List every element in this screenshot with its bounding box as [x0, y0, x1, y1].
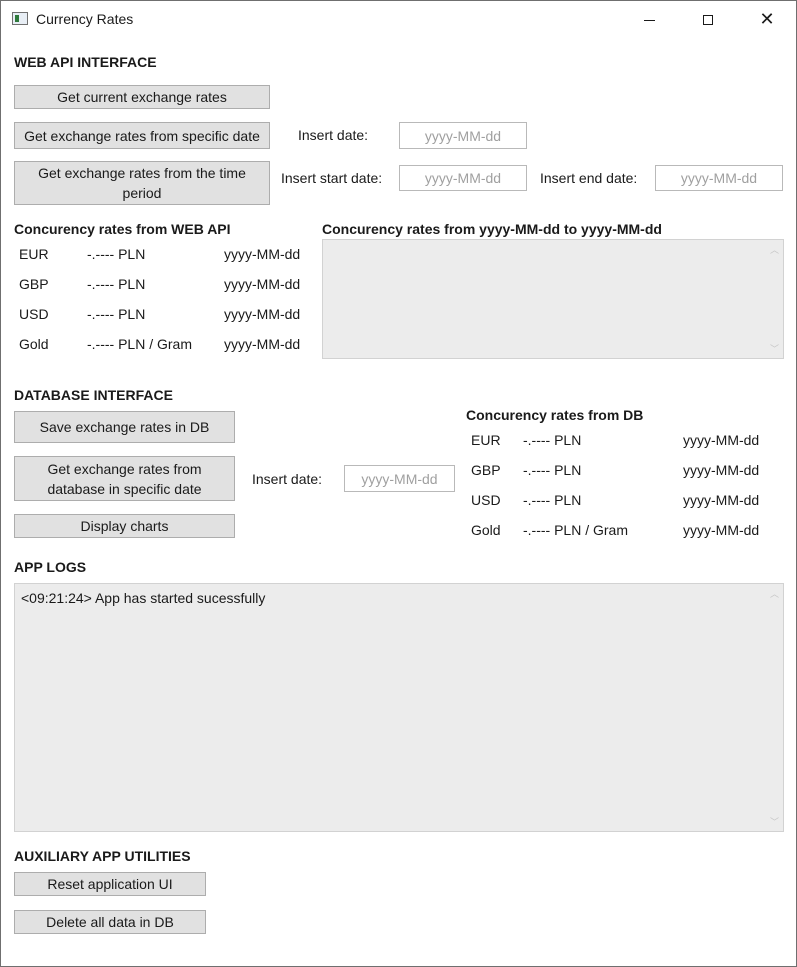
display-charts-button[interactable]: Display charts — [14, 514, 235, 538]
db-rates-heading: Concurency rates from DB — [466, 407, 644, 423]
web-rate-date: yyyy-MM-dd — [224, 306, 301, 322]
maximize-button[interactable] — [685, 1, 731, 39]
db-rate-code: GBP — [471, 462, 501, 478]
insert-start-date-label: Insert start date: — [281, 170, 383, 186]
insert-date-label: Insert date: — [298, 127, 369, 143]
db-rate-value: -.---- PLN — [523, 492, 582, 508]
db-rate-date: yyyy-MM-dd — [683, 522, 760, 538]
web-rate-code: Gold — [19, 336, 49, 352]
range-rates-textbox[interactable]: ︿ ﹀ — [322, 239, 784, 359]
scroll-down-icon[interactable]: ﹀ — [766, 815, 783, 828]
logs-scrollbar[interactable]: ︿ ﹀ — [766, 584, 783, 831]
db-rate-value: -.---- PLN — [523, 432, 582, 448]
web-rate-value: -.---- PLN / Gram — [87, 336, 192, 352]
utilities-heading: AUXILIARY APP UTILITIES — [14, 848, 191, 864]
db-rate-date: yyyy-MM-dd — [683, 462, 760, 478]
scroll-up-icon[interactable]: ︿ — [766, 243, 783, 256]
app-window: Currency Rates ✕ WEB API INTERFACE Get c… — [0, 0, 797, 967]
get-current-rates-button[interactable]: Get current exchange rates — [14, 85, 270, 109]
get-rates-time-period-button[interactable]: Get exchange rates from the time period — [14, 161, 270, 205]
log-line: <09:21:24> App has started sucessfully — [21, 590, 266, 606]
close-button[interactable]: ✕ — [744, 1, 790, 39]
database-heading: DATABASE INTERFACE — [14, 387, 173, 403]
web-rate-code: GBP — [19, 276, 49, 292]
reset-ui-button[interactable]: Reset application UI — [14, 872, 206, 896]
web-rate-code: USD — [19, 306, 49, 322]
app-icon — [12, 12, 28, 25]
start-date-input[interactable]: yyyy-MM-dd — [399, 165, 527, 191]
minimize-button[interactable] — [626, 1, 672, 39]
title-bar: Currency Rates ✕ — [1, 1, 796, 39]
db-rate-code: Gold — [471, 522, 501, 538]
specific-date-input[interactable]: yyyy-MM-dd — [399, 122, 527, 149]
web-api-rates-heading: Concurency rates from WEB API — [14, 221, 231, 237]
db-rate-code: USD — [471, 492, 501, 508]
app-logs-textbox[interactable]: <09:21:24> App has started sucessfully ︿… — [14, 583, 784, 832]
range-rates-heading: Concurency rates from yyyy-MM-dd to yyyy… — [322, 221, 662, 237]
web-rate-value: -.---- PLN — [87, 246, 146, 262]
maximize-icon — [703, 15, 713, 25]
delete-db-data-button[interactable]: Delete all data in DB — [14, 910, 206, 934]
range-rates-scrollbar[interactable]: ︿ ﹀ — [766, 240, 783, 358]
db-rate-date: yyyy-MM-dd — [683, 432, 760, 448]
web-rate-code: EUR — [19, 246, 49, 262]
scroll-up-icon[interactable]: ︿ — [766, 587, 783, 600]
window-title: Currency Rates — [36, 11, 134, 27]
insert-end-date-label: Insert end date: — [540, 170, 638, 186]
close-icon: ✕ — [759, 9, 775, 30]
get-rates-specific-date-button[interactable]: Get exchange rates from specific date — [14, 122, 270, 149]
end-date-input[interactable]: yyyy-MM-dd — [655, 165, 783, 191]
web-rate-date: yyyy-MM-dd — [224, 276, 301, 292]
db-rate-code: EUR — [471, 432, 501, 448]
web-rate-value: -.---- PLN — [87, 276, 146, 292]
web-api-heading: WEB API INTERFACE — [14, 54, 157, 70]
db-insert-date-label: Insert date: — [252, 471, 323, 487]
web-rate-date: yyyy-MM-dd — [224, 246, 301, 262]
db-rate-value: -.---- PLN / Gram — [523, 522, 628, 538]
minimize-icon — [643, 19, 655, 21]
db-date-input[interactable]: yyyy-MM-dd — [344, 465, 455, 492]
db-rate-date: yyyy-MM-dd — [683, 492, 760, 508]
get-rates-db-specific-date-button[interactable]: Get exchange rates from database in spec… — [14, 456, 235, 501]
db-rate-value: -.---- PLN — [523, 462, 582, 478]
scroll-down-icon[interactable]: ﹀ — [766, 342, 783, 355]
web-rate-value: -.---- PLN — [87, 306, 146, 322]
web-rate-date: yyyy-MM-dd — [224, 336, 301, 352]
save-rates-db-button[interactable]: Save exchange rates in DB — [14, 411, 235, 443]
app-logs-heading: APP LOGS — [14, 559, 87, 575]
